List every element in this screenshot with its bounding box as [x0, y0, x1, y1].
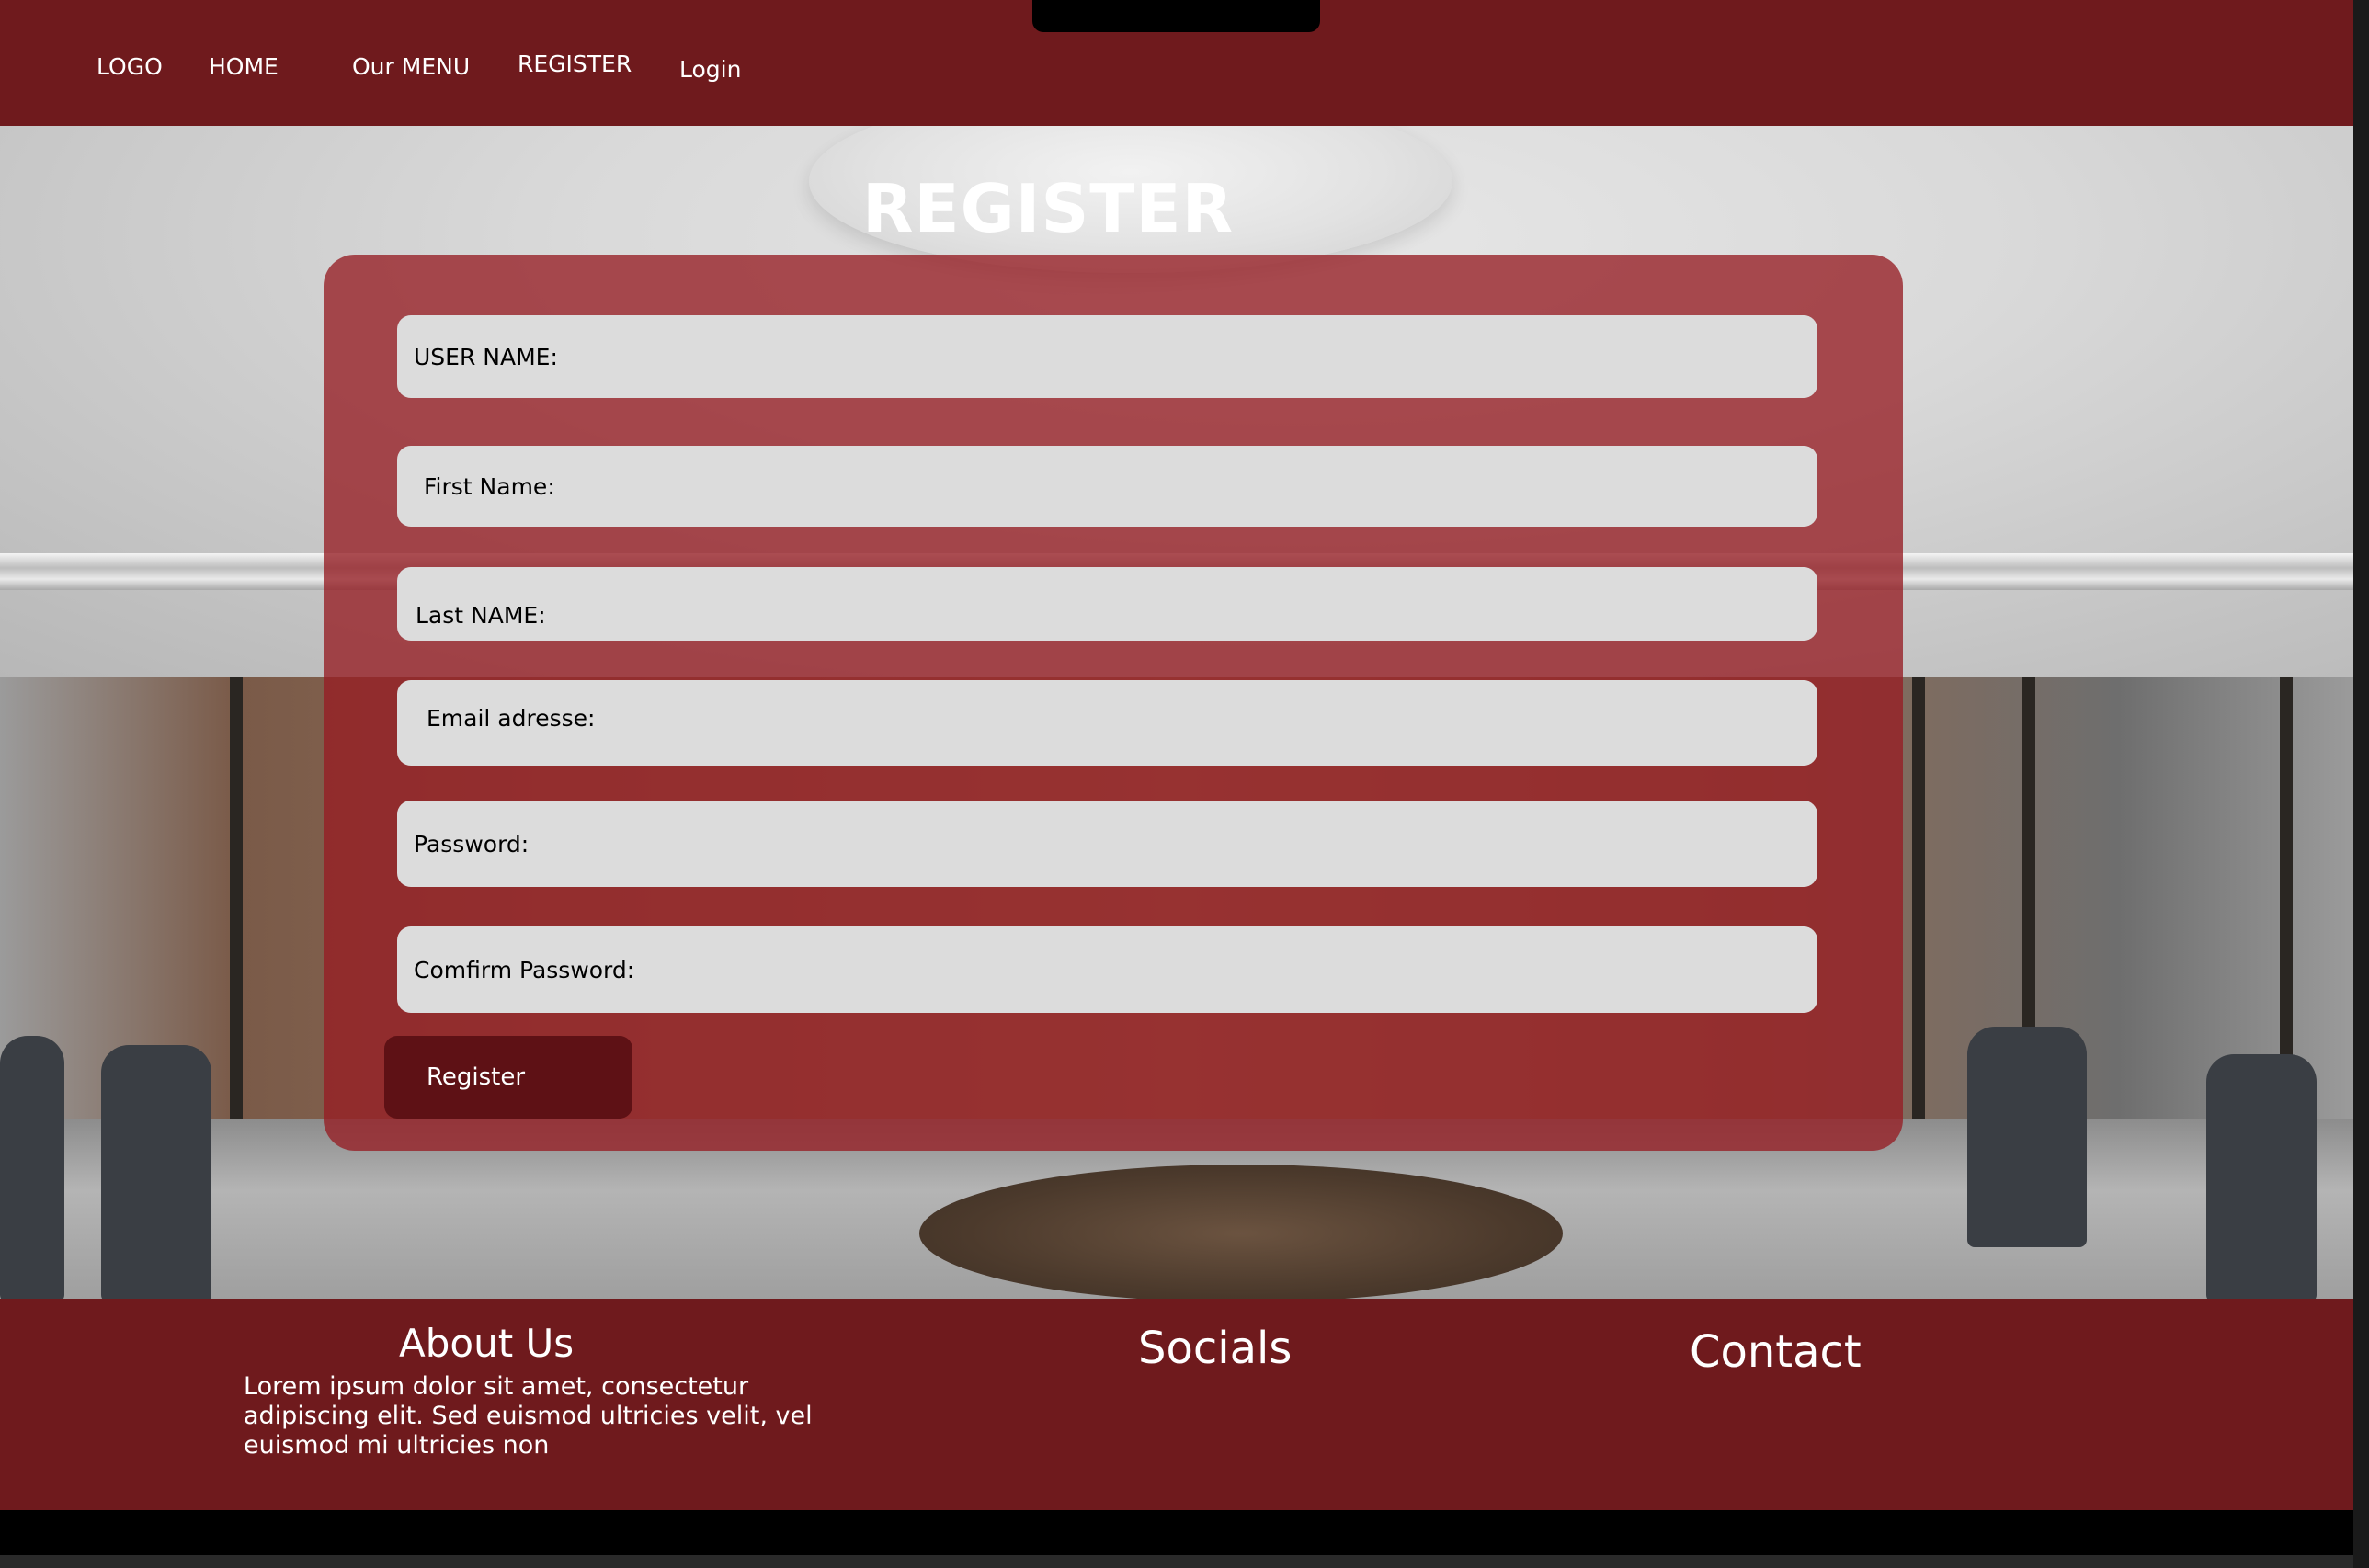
page-title: REGISTER [861, 170, 1235, 247]
chair [2206, 1054, 2317, 1299]
email-label: Email adresse: [427, 705, 596, 732]
bottom-window-bar [0, 1510, 2353, 1568]
socials-heading: Socials [1138, 1323, 1293, 1374]
camera-notch [1032, 0, 1320, 32]
first-name-label: First Name: [424, 472, 555, 500]
register-button[interactable]: Register [384, 1036, 632, 1119]
dining-table [919, 1165, 1563, 1299]
logo[interactable]: LOGO [97, 53, 163, 80]
chair [101, 1045, 211, 1299]
vertical-scrollbar[interactable] [2353, 0, 2369, 1568]
confirm-password-field[interactable]: Comfirm Password: [397, 926, 1817, 1013]
window-frame [230, 677, 243, 1155]
password-field[interactable]: Password: [397, 801, 1817, 887]
first-name-field[interactable]: First Name: [397, 446, 1817, 527]
last-name-field[interactable]: Last NAME: [397, 567, 1817, 641]
contact-heading: Contact [1690, 1326, 1862, 1378]
chair [0, 1036, 64, 1299]
chair [1967, 1027, 2087, 1247]
nav-home-link[interactable]: HOME [209, 53, 279, 80]
username-label: USER NAME: [414, 343, 558, 370]
window-frame [1912, 677, 1925, 1155]
confirm-password-label: Comfirm Password: [414, 956, 635, 983]
register-page: LOGO HOME Our MENU REGISTER Login REGIST… [0, 0, 2353, 1568]
top-nav-bar: LOGO HOME Our MENU REGISTER Login [0, 0, 2353, 126]
about-us-text: Lorem ipsum dolor sit amet, consectetur … [244, 1372, 813, 1460]
username-field[interactable]: USER NAME: [397, 315, 1817, 398]
nav-register-link[interactable]: REGISTER [518, 51, 632, 77]
nav-menu-link[interactable]: Our MENU [352, 53, 470, 80]
last-name-label: Last NAME: [416, 601, 546, 629]
about-us-heading: About Us [399, 1321, 575, 1366]
nav-login-link[interactable]: Login [679, 56, 741, 83]
email-field[interactable]: Email adresse: [397, 680, 1817, 766]
register-form: USER NAME: First Name: Last NAME: Email … [324, 255, 1903, 1151]
password-label: Password: [414, 830, 530, 858]
footer: About Us Lorem ipsum dolor sit amet, con… [0, 1299, 2353, 1510]
